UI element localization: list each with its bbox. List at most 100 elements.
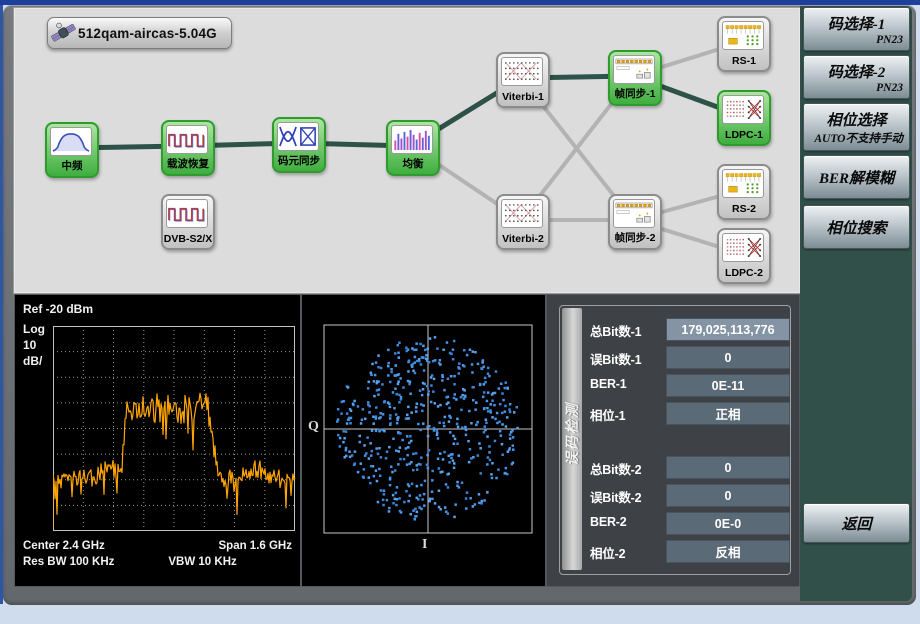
- sidebar-button-label: 码选择-1: [804, 13, 909, 34]
- error-detection-title: 误码检测: [562, 394, 582, 474]
- ldpc-icon: [722, 233, 764, 262]
- block-label: 均衡: [388, 156, 438, 171]
- ber-row-label: 误Bit数-2: [590, 487, 641, 506]
- ber-row-label: 总Bit数-2: [590, 459, 641, 478]
- sidebar-button-label: BER解模糊: [804, 167, 909, 188]
- block-label: RS-1: [719, 55, 769, 67]
- squarewave-icon: [166, 199, 208, 228]
- ber-row: BER-1 0E-11: [590, 374, 788, 396]
- ber-row: 总Bit数-2 0: [590, 456, 788, 478]
- block-label: Viterbi-2: [498, 233, 548, 245]
- sidebar-button-sublabel: PN23: [804, 34, 909, 46]
- ber-row-value: 0: [666, 456, 790, 479]
- trellis-icon: [501, 199, 543, 228]
- block-symsync[interactable]: 码元同步: [272, 117, 326, 173]
- block-label: 帧同步-2: [610, 230, 660, 245]
- ber-row-value: 反相: [666, 540, 790, 563]
- sidebar-button-1[interactable]: 码选择-1PN23: [803, 7, 910, 51]
- block-diagram-panel: 512qam-aircas-5.04G 中频载波恢复 码元同步 均衡 DVB-S2/X…: [13, 7, 801, 294]
- ber-row-label: 相位-1: [590, 405, 625, 424]
- spectrum-center-freq: Center 2.4 GHz: [23, 540, 105, 552]
- sidebar-button-label: 相位选择: [804, 109, 909, 130]
- ber-row-label: 相位-2: [590, 543, 625, 562]
- block-rs2[interactable]: RS-2: [717, 164, 771, 220]
- ber-row-label: BER-1: [590, 377, 627, 391]
- framesync-icon: [613, 199, 655, 228]
- block-label: 载波恢复: [163, 156, 213, 171]
- block-ldpc2[interactable]: LDPC-2: [717, 228, 771, 284]
- spectrum-vbw: VBW 10 KHz: [168, 556, 236, 568]
- satellite-icon: [50, 19, 77, 46]
- spectrum-plot: [53, 326, 296, 533]
- squarewave-icon: [166, 125, 208, 154]
- sidebar-button-label: 码选择-2: [804, 61, 909, 82]
- block-frame2[interactable]: 帧同步-2: [608, 194, 662, 250]
- sidebar-button-3[interactable]: 相位选择AUTO不支持手动: [803, 103, 910, 151]
- block-carrier[interactable]: 载波恢复: [161, 120, 215, 176]
- block-label: 帧同步-1: [610, 86, 660, 101]
- ber-row-value: 0: [666, 346, 790, 369]
- error-detection-side-strip: 误码检测: [562, 308, 582, 570]
- q-axis-label: Q: [308, 419, 319, 435]
- error-detection-panel: 误码检测 总Bit数-1 179,025,113,776 误Bit数-1 0 BER-1…: [546, 294, 800, 587]
- i-axis-label: I: [422, 537, 427, 553]
- block-viterbi2[interactable]: Viterbi-2: [496, 194, 550, 250]
- signal-title-label: 512qam-aircas-5.04G: [78, 26, 217, 41]
- spectrum-scale-line: Log: [23, 321, 45, 337]
- block-ldpc1[interactable]: LDPC-1: [717, 90, 771, 146]
- block-viterbi1[interactable]: Viterbi-1: [496, 52, 550, 108]
- ber-row-value: 0E-11: [666, 374, 790, 397]
- block-label: DVB-S2/X: [163, 233, 213, 245]
- ber-row-value: 0E-0: [666, 512, 790, 535]
- ber-row-label: 误Bit数-1: [590, 349, 641, 368]
- error-detection-box: 误码检测 总Bit数-1 179,025,113,776 误Bit数-1 0 BER-1…: [559, 305, 791, 575]
- ber-row-label: 总Bit数-1: [590, 321, 641, 340]
- equalizer-icon: [391, 125, 433, 154]
- block-label: 码元同步: [274, 153, 324, 168]
- return-button-label: 返回: [804, 513, 909, 534]
- ber-row: BER-2 0E-0: [590, 512, 788, 534]
- sidebar-button-label: 相位搜索: [804, 217, 909, 238]
- spectrum-scale-labels: Log10dB/: [23, 321, 45, 369]
- sidebar-button-4[interactable]: BER解模糊: [803, 155, 910, 199]
- return-button[interactable]: 返回: [803, 503, 910, 543]
- block-frame1[interactable]: 帧同步-1: [608, 50, 662, 106]
- spectrum-icon: [50, 127, 92, 156]
- block-label: RS-2: [719, 203, 769, 215]
- ber-row-value: 0: [666, 484, 790, 507]
- block-label: LDPC-2: [719, 267, 769, 279]
- spectrum-scale-line: dB/: [23, 353, 45, 369]
- block-equalizer[interactable]: 均衡: [386, 120, 440, 176]
- ber-row: 误Bit数-2 0: [590, 484, 788, 506]
- block-label: LDPC-1: [719, 129, 769, 141]
- spectrum-rbw: Res BW 100 KHz: [23, 556, 114, 568]
- framesync-icon: [613, 55, 655, 84]
- spectrum-ref-level: Ref -20 dBm: [23, 302, 93, 316]
- sidebar: 码选择-1PN23码选择-2PN23相位选择AUTO不支持手动BER解模糊相位搜…: [800, 6, 912, 601]
- ber-row: 误Bit数-1 0: [590, 346, 788, 368]
- block-label: Viterbi-1: [498, 91, 548, 103]
- block-rs1[interactable]: RS-1: [717, 16, 771, 72]
- block-dvb[interactable]: DVB-S2/X: [161, 194, 215, 250]
- ber-row: 相位-1 正相: [590, 402, 788, 424]
- ber-row-value: 179,025,113,776: [666, 318, 790, 341]
- block-if[interactable]: 中频: [45, 122, 99, 178]
- sidebar-button-5[interactable]: 相位搜索: [803, 205, 910, 249]
- sidebar-button-sublabel: AUTO不支持手动: [804, 130, 909, 146]
- trellis-icon: [501, 57, 543, 86]
- rs-icon: [722, 21, 764, 50]
- ber-row: 相位-2 反相: [590, 540, 788, 562]
- ldpc-icon: [722, 95, 764, 124]
- signal-title-button[interactable]: 512qam-aircas-5.04G: [47, 17, 232, 49]
- constellation-panel: Q I: [301, 294, 546, 587]
- ber-row: 总Bit数-1 179,025,113,776: [590, 318, 788, 340]
- ber-row-value: 正相: [666, 402, 790, 425]
- ber-row-label: BER-2: [590, 515, 627, 529]
- eye-diagram-icon: [277, 122, 319, 151]
- spectrum-panel: Ref -20 dBm Log10dB/ Center 2.4 GHz Span…: [14, 294, 301, 587]
- sidebar-button-sublabel: PN23: [804, 82, 909, 94]
- rs-icon: [722, 169, 764, 198]
- sidebar-button-2[interactable]: 码选择-2PN23: [803, 55, 910, 99]
- spectrum-span: Span 1.6 GHz: [219, 540, 293, 552]
- demodulator-app: 512qam-aircas-5.04G 中频载波恢复 码元同步 均衡 DVB-S2/X…: [0, 0, 920, 624]
